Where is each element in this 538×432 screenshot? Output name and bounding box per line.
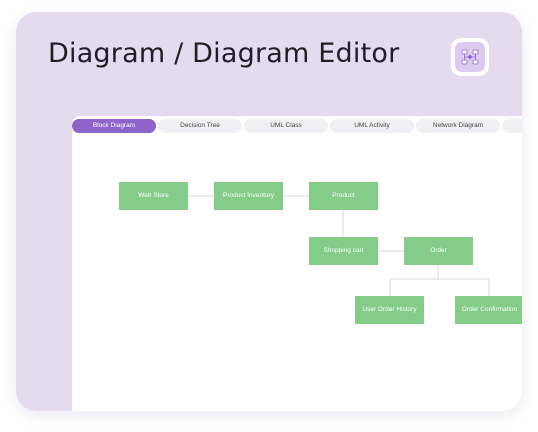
tab-block-diagram[interactable]: Block Diagram (72, 119, 156, 133)
tab-network-diagram[interactable]: Network Diagram (416, 119, 500, 133)
diagram-canvas[interactable]: Web Store Product Inventory Product Shop… (72, 138, 522, 411)
tab-uml-activity[interactable]: UML Activity (330, 119, 414, 133)
tab-decision-tree[interactable]: Decision Tree (158, 119, 242, 133)
node-product[interactable]: Product (309, 182, 378, 210)
diagram-editor-icon-tile (455, 42, 485, 72)
diagram-editor: Block Diagram Decision Tree UML Class UM… (72, 116, 522, 411)
flowchart-icon (461, 49, 479, 65)
node-order[interactable]: Order (404, 237, 473, 265)
node-product-inventory[interactable]: Product Inventory (214, 182, 283, 210)
connector-order-children (389, 265, 490, 296)
node-user-order-history[interactable]: User Order History (355, 296, 424, 324)
diagram-type-tabs: Block Diagram Decision Tree UML Class UM… (72, 119, 522, 133)
diagram-editor-icon (451, 38, 489, 76)
tab-uml-class[interactable]: UML Class (244, 119, 328, 133)
node-shopping-cart[interactable]: Shopping cart (309, 237, 378, 265)
diagram-editor-card: Diagram / Diagram Editor Block Diagram D… (16, 12, 522, 411)
tab-more[interactable] (502, 119, 522, 133)
node-web-store[interactable]: Web Store (119, 182, 188, 210)
connector-layer (188, 195, 490, 296)
node-order-confirmation[interactable]: Order Confirmation (455, 296, 522, 324)
page-title: Diagram / Diagram Editor (48, 38, 400, 69)
